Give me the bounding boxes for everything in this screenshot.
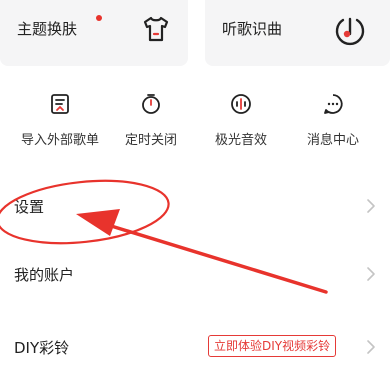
- diy-ringtone-label: DIY彩铃: [14, 339, 70, 357]
- import-playlist-icon: [51, 94, 69, 114]
- diy-promo-badge[interactable]: 立即体验DIY视频彩铃: [208, 335, 337, 357]
- diy-ringtone-row[interactable]: DIY彩铃 立即体验DIY视频彩铃: [0, 325, 390, 369]
- tshirt-icon: [143, 16, 169, 42]
- tool-label: 消息中心: [306, 133, 359, 148]
- tool-sound-effect[interactable]: 极光音效: [193, 92, 289, 152]
- theme-skin-label: 主题换肤: [17, 20, 78, 38]
- theme-skin-card[interactable]: 主题换肤: [0, 0, 188, 66]
- chevron-right-icon: [367, 199, 375, 213]
- chevron-right-icon: [367, 267, 375, 281]
- chevron-right-icon: [367, 340, 375, 354]
- timer-icon: [142, 94, 160, 114]
- sound-effect-icon: [231, 94, 251, 114]
- music-recognition-label: 听歌识曲: [222, 20, 283, 38]
- tool-label: 定时关闭: [124, 133, 177, 148]
- music-recognition-card[interactable]: 听歌识曲: [205, 0, 390, 66]
- my-account-row[interactable]: 我的账户: [0, 252, 390, 296]
- tool-label: 导入外部歌单: [20, 133, 99, 148]
- message-center-icon: [324, 94, 343, 114]
- notification-dot: [96, 15, 102, 21]
- tool-sleep-timer[interactable]: 定时关闭: [103, 92, 199, 152]
- music-recognition-icon: [335, 17, 365, 46]
- tool-message-center[interactable]: 消息中心: [285, 92, 381, 152]
- my-account-label: 我的账户: [14, 266, 75, 284]
- settings-row[interactable]: 设置: [0, 184, 390, 228]
- tool-label: 极光音效: [214, 133, 267, 148]
- tool-import-playlist[interactable]: 导入外部歌单: [12, 92, 108, 152]
- settings-label: 设置: [14, 198, 45, 216]
